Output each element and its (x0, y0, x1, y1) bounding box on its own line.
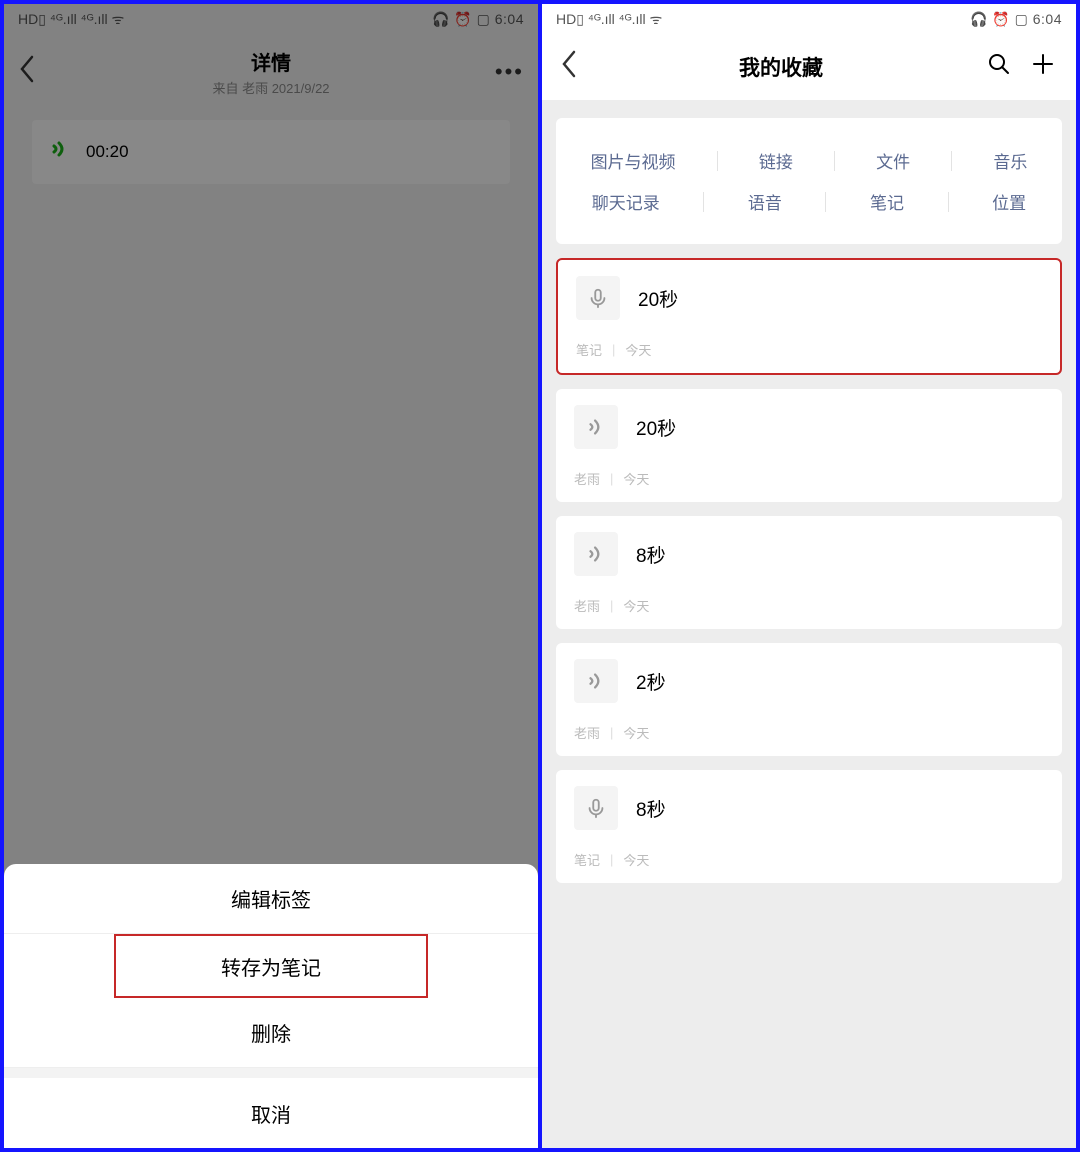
favorite-meta-source: 笔记 (576, 340, 602, 359)
add-button[interactable] (1028, 52, 1058, 83)
voice-wave-icon (50, 138, 72, 166)
meta-sep: | (610, 725, 613, 740)
sheet-cancel[interactable]: 取消 (4, 1078, 538, 1148)
favorite-meta: 老雨 | 今天 (574, 469, 1044, 488)
favorite-item[interactable]: 20秒笔记 | 今天 (556, 258, 1062, 375)
status-icons: 🎧 ⏰ ▢ 6:04 (970, 11, 1062, 28)
favorite-meta-source: 笔记 (574, 850, 600, 869)
favorite-meta: 老雨 | 今天 (574, 596, 1044, 615)
favorite-meta: 老雨 | 今天 (574, 723, 1044, 742)
cat-music[interactable]: 音乐 (985, 144, 1035, 177)
favorites-list: 20秒笔记|今天20秒老雨|今天8秒老雨|今天2秒老雨|今天8秒笔记|今天 (542, 258, 1076, 883)
cat-notes[interactable]: 笔记 (862, 185, 912, 218)
cat-images-videos[interactable]: 图片与视频 (583, 144, 684, 177)
search-button[interactable] (984, 52, 1014, 83)
meta-sep: | (610, 852, 613, 867)
favorite-item[interactable]: 8秒笔记 | 今天 (556, 770, 1062, 883)
meta-sep: | (612, 342, 615, 357)
sheet-divider (4, 1068, 538, 1078)
status-right: 🎧 ⏰ ▢ 6:04 (432, 11, 524, 28)
cat-files[interactable]: 文件 (868, 144, 918, 177)
status-indicators: HD▯ ⁴ᴳ.ıll ⁴ᴳ.ıll ᯤ (556, 10, 662, 29)
plus-icon (1031, 52, 1055, 76)
status-left: HD▯ ⁴ᴳ.ıll ⁴ᴳ.ıll ᯤ (556, 10, 662, 29)
favorite-meta-date: 今天 (623, 850, 649, 869)
cat-links[interactable]: 链接 (751, 144, 801, 177)
favorite-meta-source: 老雨 (574, 596, 600, 615)
favorite-meta-source: 老雨 (574, 469, 600, 488)
cat-sep (834, 151, 835, 171)
favorite-meta-date: 今天 (625, 340, 651, 359)
detail-navbar: 详情 来自 老雨 2021/9/22 ••• (4, 34, 538, 110)
sound-icon (574, 532, 618, 576)
favorite-title: 2秒 (636, 668, 666, 695)
chevron-left-icon (560, 50, 578, 78)
favorite-meta-date: 今天 (623, 469, 649, 488)
mic-icon (576, 276, 620, 320)
right-phone-screen: HD▯ ⁴ᴳ.ıll ⁴ᴳ.ıll ᯤ 🎧 ⏰ ▢ 6:04 我的收藏 图片与视… (542, 4, 1076, 1148)
favorite-item[interactable]: 20秒老雨 | 今天 (556, 389, 1062, 502)
sheet-delete[interactable]: 删除 (4, 998, 538, 1068)
sound-icon (574, 659, 618, 703)
cat-sep (703, 192, 704, 212)
voice-duration: 00:20 (86, 142, 129, 162)
status-bar: HD▯ ⁴ᴳ.ıll ⁴ᴳ.ıll ᯤ 🎧 ⏰ ▢ 6:04 (4, 4, 538, 34)
status-left: HD▯ ⁴ᴳ.ıll ⁴ᴳ.ıll ᯤ (18, 10, 124, 29)
page-title: 我的收藏 (592, 52, 970, 82)
sheet-save-as-note[interactable]: 转存为笔记 (114, 934, 428, 998)
status-indicators: HD▯ ⁴ᴳ.ıll ⁴ᴳ.ıll ᯤ (18, 10, 124, 29)
cat-sep (717, 151, 718, 171)
cat-voice[interactable]: 语音 (740, 185, 790, 218)
favorite-meta: 笔记 | 今天 (574, 850, 1044, 869)
meta-sep: | (610, 598, 613, 613)
cat-chat-history[interactable]: 聊天记录 (584, 185, 668, 218)
cat-sep (948, 192, 949, 212)
mic-icon (574, 786, 618, 830)
title-wrap: 详情 来自 老雨 2021/9/22 (4, 47, 538, 97)
page-subtitle: 来自 老雨 2021/9/22 (4, 78, 538, 97)
action-sheet: 编辑标签 转存为笔记 删除 取消 (4, 864, 538, 1148)
favorite-title: 20秒 (636, 414, 676, 441)
favorite-title: 20秒 (638, 285, 678, 312)
sound-icon (574, 405, 618, 449)
favorite-meta-source: 老雨 (574, 723, 600, 742)
category-row-2: 聊天记录 语音 笔记 位置 (566, 185, 1052, 218)
favorites-navbar: 我的收藏 (542, 34, 1076, 100)
meta-sep: | (610, 471, 613, 486)
favorite-meta-date: 今天 (623, 723, 649, 742)
category-row-1: 图片与视频 链接 文件 音乐 (566, 144, 1052, 177)
cat-location[interactable]: 位置 (984, 185, 1034, 218)
favorite-item[interactable]: 8秒老雨 | 今天 (556, 516, 1062, 629)
back-button[interactable] (560, 50, 578, 85)
favorite-item[interactable]: 2秒老雨 | 今天 (556, 643, 1062, 756)
favorite-meta-date: 今天 (623, 596, 649, 615)
favorite-title: 8秒 (636, 541, 666, 568)
left-phone-screen: HD▯ ⁴ᴳ.ıll ⁴ᴳ.ıll ᯤ 🎧 ⏰ ▢ 6:04 详情 来自 老雨 … (4, 4, 538, 1148)
cat-sep (825, 192, 826, 212)
search-icon (987, 52, 1011, 76)
favorite-meta: 笔记 | 今天 (576, 340, 1042, 359)
sheet-edit-tags[interactable]: 编辑标签 (4, 864, 538, 934)
category-card: 图片与视频 链接 文件 音乐 聊天记录 语音 笔记 位置 (556, 118, 1062, 244)
status-icons: 🎧 ⏰ ▢ 6:04 (432, 11, 524, 28)
status-right: 🎧 ⏰ ▢ 6:04 (970, 11, 1062, 28)
voice-message-card[interactable]: 00:20 (32, 120, 510, 184)
favorite-title: 8秒 (636, 795, 666, 822)
status-bar: HD▯ ⁴ᴳ.ıll ⁴ᴳ.ıll ᯤ 🎧 ⏰ ▢ 6:04 (542, 4, 1076, 34)
page-title: 详情 (4, 47, 538, 76)
cat-sep (951, 151, 952, 171)
